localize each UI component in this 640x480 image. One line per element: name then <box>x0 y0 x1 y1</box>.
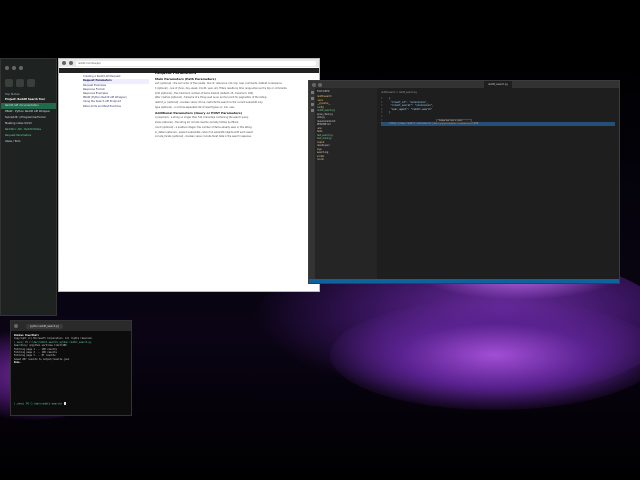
desktop: Top Notes Project: Reddit Search Tool Red… <box>0 0 640 480</box>
terminal-window: python reddit_search.py Windows PowerShe… <box>10 320 132 416</box>
paragraph-group: q (required) - a string no longer than 5… <box>155 116 317 138</box>
browser-toolbar: reddit.com/dev/api <box>59 59 319 67</box>
link-tooltip: Follow link (ctrl + click) <box>436 119 472 123</box>
terminal-tab[interactable]: python reddit_search.py <box>26 323 63 329</box>
wallpaper-wave <box>330 300 640 410</box>
doc-paragraph: include_facets (optional) - boolean valu… <box>155 135 252 139</box>
prompt-text: (.venv) PS C:\dev\reddit-search> <box>14 402 63 405</box>
terminal-titlebar: python reddit_search.py <box>11 321 131 331</box>
notes-window: Top Notes Project: Reddit Search Tool Red… <box>0 58 57 316</box>
window-close-icon[interactable] <box>312 82 316 87</box>
toc-link[interactable]: Rate Limits and Best Practices <box>83 105 149 109</box>
window-close-icon[interactable] <box>14 324 18 328</box>
code-line: 8 https://www.reddit.com/search.json?q=py… <box>381 122 615 126</box>
doc-paragraph: t (optional) - one of (hour, day, week, … <box>155 86 288 90</box>
notes-toolbar <box>1 77 56 89</box>
doc-paragraph: sort (optional) - the sort order of the … <box>155 82 283 85</box>
vscode-titlebar: reddit_search.py <box>309 81 619 88</box>
new-note-icon[interactable] <box>5 79 13 87</box>
section-heading: Main Parameters (Path Parameters) <box>155 77 216 81</box>
doc-paragraph: q (required) - a string no longer than 5… <box>155 116 249 120</box>
code-text: "client_id": "xxxxxxxxxx", <box>389 100 428 104</box>
search-icon[interactable] <box>16 79 24 87</box>
terminal-output: Windows PowerShell Copyright (C) Microsof… <box>11 331 131 368</box>
doc-paragraph: restrict_sr (optional) - boolean value; … <box>155 101 263 105</box>
code-text: "user_agent": "reddit-search" <box>389 107 433 111</box>
forward-icon[interactable] <box>69 61 73 65</box>
code-editor[interactable]: reddit-search > reddit_search.py 1{2 "cl… <box>377 88 619 283</box>
window-maximize-icon[interactable] <box>19 66 23 70</box>
address-bar[interactable]: reddit.com/dev/api <box>76 60 316 66</box>
doc-paragraph: count (optional) - a positive integer; t… <box>155 125 253 129</box>
code-text: "client_secret": "xxxxxxxxxx", <box>389 104 434 108</box>
code-text: { <box>389 97 391 100</box>
code-text: } <box>389 111 391 115</box>
explorer-icon[interactable] <box>310 91 314 94</box>
file-explorer: EXPLORER reddit-search .venv __pycache__ co… <box>315 88 377 283</box>
notes-list: Project: Reddit Search Tool Reddit API do… <box>1 97 56 145</box>
file-tree: reddit-search .venv __pycache__ config reddi… <box>317 95 375 162</box>
terminal-line: Done. <box>14 361 21 365</box>
doc-paragraph: show (optional) - the string all; includ… <box>155 120 239 124</box>
line-number: 8 <box>381 122 383 126</box>
terminal-prompt[interactable]: (.venv) PS C:\dev\reddit-search> <box>14 401 66 405</box>
search-icon[interactable] <box>310 97 314 100</box>
vscode-window: reddit_search.py EXPLORER reddit-search.… <box>308 80 620 284</box>
editor-tab[interactable]: reddit_search.py <box>484 81 512 88</box>
doc-content: Request Parameters Main Parameters (Path… <box>155 71 317 140</box>
browser-window: reddit.com/dev/api Introduction Creating … <box>58 58 320 292</box>
notes-section-label: Top Notes <box>5 92 20 96</box>
code-lines: 1{2 "client_id": "xxxxxxxxxx", 3 "client_… <box>381 97 615 126</box>
window-minimize-icon[interactable] <box>12 66 16 70</box>
back-icon[interactable] <box>62 61 66 65</box>
explorer-title: EXPLORER <box>317 90 330 93</box>
text-cursor <box>63 401 66 405</box>
page-title: Request Parameters <box>155 71 197 75</box>
status-bar <box>309 279 619 283</box>
settings-icon[interactable] <box>27 79 35 87</box>
breadcrumb[interactable]: reddit-search > reddit_search.py <box>381 91 615 94</box>
extensions-icon[interactable] <box>310 109 314 112</box>
section-heading: Additional Parameters (Query or POST Par… <box>155 111 243 116</box>
window-close-icon[interactable] <box>5 66 9 70</box>
paragraph-group: sort (optional) - the sort order of the … <box>155 82 317 109</box>
doc-paragraph: sr_detail (optional) - expand subreddits… <box>155 130 254 134</box>
file-tree-item[interactable]: run.sh <box>317 158 375 162</box>
source-control-icon[interactable] <box>310 103 314 106</box>
notes-titlebar <box>1 59 56 77</box>
doc-paragraph: limit (optional) - the maximum number of… <box>155 91 254 95</box>
table-of-contents: Introduction Creating a Reddit API Reques… <box>83 71 149 109</box>
note-list-item[interactable]: Ideas / Todo <box>1 139 56 145</box>
doc-paragraph: type (optional) - a comma-separated list… <box>155 105 235 109</box>
window-minimize-icon[interactable] <box>318 82 322 87</box>
doc-paragraph: after / before (optional) - fullname of … <box>155 96 268 100</box>
